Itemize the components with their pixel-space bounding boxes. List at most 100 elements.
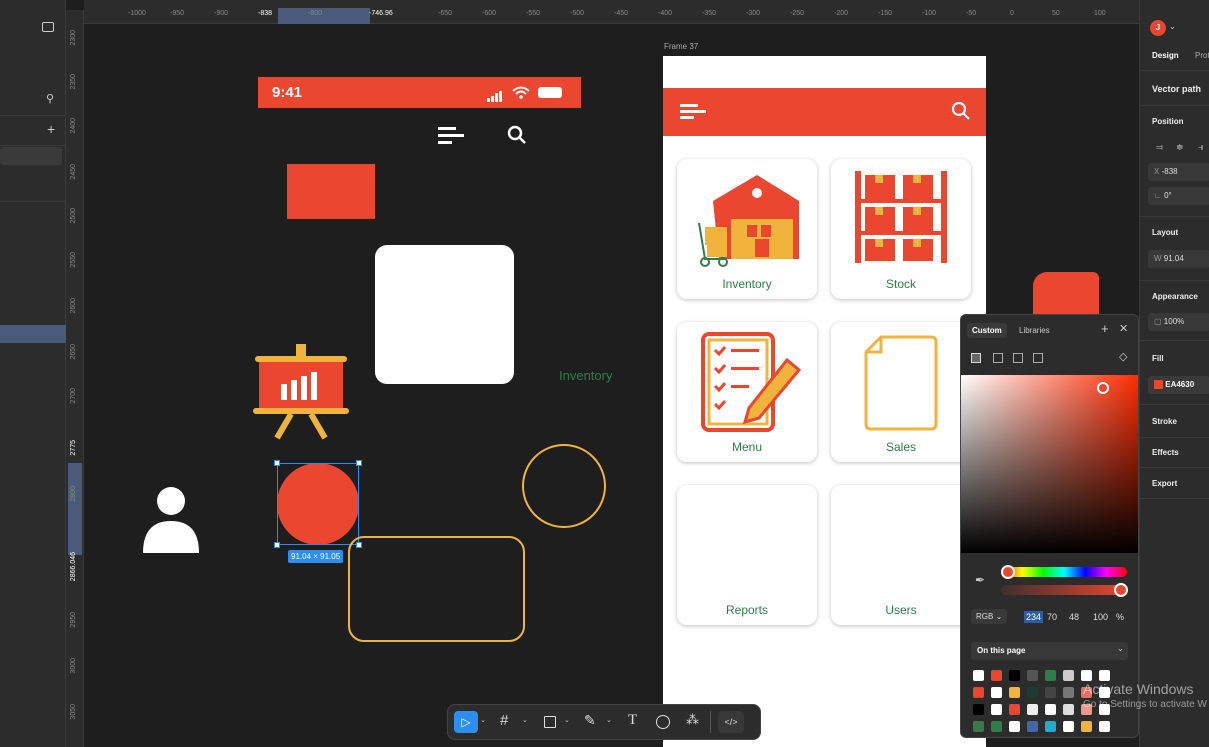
color-swatch[interactable]	[973, 670, 984, 681]
color-swatch[interactable]	[1099, 670, 1110, 681]
solid-fill-icon[interactable]	[971, 353, 981, 363]
actions-tool-icon[interactable]: ⁂	[686, 712, 699, 728]
color-swatch[interactable]	[1063, 670, 1074, 681]
users-card[interactable]: Users	[831, 485, 971, 625]
color-swatch[interactable]	[1027, 687, 1038, 698]
frame-tool-chevron-icon[interactable]: ⌄	[522, 716, 528, 724]
image-fill-icon[interactable]	[1013, 353, 1023, 363]
fill-swatch[interactable]	[1154, 380, 1163, 390]
white-rounded-rect[interactable]	[375, 245, 514, 384]
color-swatch[interactable]	[1045, 704, 1056, 715]
reports-card[interactable]: Reports	[677, 485, 817, 625]
tab-prototype[interactable]: Prot	[1195, 51, 1209, 60]
menu-card[interactable]: Menu	[677, 322, 817, 462]
color-swatch[interactable]	[991, 670, 1002, 681]
g-value[interactable]: 70	[1047, 612, 1057, 622]
stock-card[interactable]: Stock	[831, 159, 971, 299]
frame-tool-icon[interactable]: #	[500, 712, 508, 729]
rotation-field[interactable]: ∟ 0°	[1148, 187, 1209, 205]
align-left-icon[interactable]: ⫤	[1156, 142, 1163, 153]
color-swatch[interactable]	[1099, 721, 1110, 732]
layer-item-selected[interactable]	[0, 325, 66, 343]
add-page-icon[interactable]: +	[47, 121, 55, 137]
move-tool-button[interactable]: ▷	[454, 711, 478, 733]
selection-handle[interactable]	[274, 460, 280, 466]
gradient-fill-icon[interactable]	[993, 353, 1003, 363]
color-swatch[interactable]	[1027, 721, 1038, 732]
color-swatch[interactable]	[1045, 687, 1056, 698]
color-swatch[interactable]	[1081, 721, 1092, 732]
saturation-lightness-area[interactable]	[961, 375, 1138, 553]
alpha-handle[interactable]	[1114, 583, 1128, 597]
eyedropper-icon[interactable]: ✒	[975, 573, 985, 587]
color-swatch[interactable]	[991, 704, 1002, 715]
avatar[interactable]: J	[1150, 20, 1166, 36]
search-icon-header[interactable]	[951, 101, 971, 126]
color-mode-select[interactable]: RGB ⌄	[971, 609, 1008, 624]
close-icon[interactable]: ✕	[1119, 322, 1128, 335]
hue-handle[interactable]	[1001, 565, 1015, 579]
opacity-field[interactable]: ▢ 100%	[1148, 313, 1209, 331]
color-swatch[interactable]	[1063, 721, 1074, 732]
color-swatch[interactable]	[973, 704, 984, 715]
user-icon[interactable]	[141, 485, 201, 560]
frame-37[interactable]: Inventory Stock Menu Sales Reports Users	[663, 56, 986, 747]
tab-design[interactable]: Design	[1152, 51, 1179, 60]
color-swatch[interactable]	[1063, 704, 1074, 715]
pen-tool-chevron-icon[interactable]: ⌄	[606, 716, 612, 724]
fill-row[interactable]: EA4630	[1148, 376, 1209, 394]
sidebar-toggle-icon[interactable]	[42, 22, 54, 32]
rectangle-tool-icon[interactable]	[544, 716, 556, 728]
add-style-icon[interactable]: +	[1101, 321, 1109, 336]
selection-handle[interactable]	[274, 542, 280, 548]
color-swatch[interactable]	[973, 687, 984, 698]
comment-tool-icon[interactable]	[656, 715, 670, 729]
blend-mode-icon[interactable]: ◇	[1119, 350, 1127, 363]
hamburger-icon[interactable]	[438, 125, 464, 150]
page-item-selected[interactable]	[0, 147, 62, 165]
color-swatch[interactable]	[1081, 670, 1092, 681]
search-icon-canvas[interactable]	[507, 125, 527, 150]
red-rectangle[interactable]	[287, 164, 375, 219]
export-heading[interactable]: Export	[1152, 479, 1177, 488]
color-handle[interactable]	[1097, 382, 1109, 394]
alpha-value[interactable]: 100	[1093, 612, 1108, 622]
text-tool-icon[interactable]: T	[628, 712, 637, 729]
hue-slider[interactable]	[1001, 567, 1127, 577]
color-swatch[interactable]	[1009, 670, 1020, 681]
avatar-chevron-icon[interactable]: ⌄	[1169, 22, 1176, 31]
search-icon[interactable]: ⚲	[46, 92, 54, 105]
inventory-label-canvas[interactable]: Inventory	[559, 368, 612, 383]
menu-icon[interactable]	[680, 103, 706, 126]
color-swatch[interactable]	[991, 721, 1002, 732]
rectangle-tool-chevron-icon[interactable]: ⌄	[564, 716, 570, 724]
tab-custom[interactable]: Custom	[967, 323, 1007, 338]
dev-mode-icon[interactable]: </>	[718, 711, 744, 733]
selection-handle[interactable]	[356, 460, 362, 466]
frame-label[interactable]: Frame 37	[664, 42, 698, 51]
color-swatch[interactable]	[1009, 721, 1020, 732]
inventory-card[interactable]: Inventory	[677, 159, 817, 299]
tab-libraries[interactable]: Libraries	[1019, 326, 1050, 335]
effects-heading[interactable]: Effects	[1152, 448, 1179, 457]
color-swatch[interactable]	[1063, 687, 1074, 698]
pen-tool-icon[interactable]: ✎	[584, 712, 596, 729]
gold-rounded-rect-outline[interactable]	[348, 536, 525, 642]
alpha-slider[interactable]	[1001, 585, 1127, 595]
gold-circle-outline[interactable]	[522, 444, 606, 528]
color-swatch[interactable]	[973, 721, 984, 732]
width-field[interactable]: W 91.04	[1148, 250, 1209, 268]
color-swatch[interactable]	[991, 687, 1002, 698]
status-bar[interactable]: 9:41	[258, 77, 581, 108]
color-swatch[interactable]	[1027, 670, 1038, 681]
b-value[interactable]: 48	[1069, 612, 1079, 622]
color-swatch[interactable]	[1045, 721, 1056, 732]
color-swatch[interactable]	[1009, 704, 1020, 715]
swatch-source-select[interactable]: On this page ⌄	[971, 642, 1128, 660]
color-swatch[interactable]	[1009, 687, 1020, 698]
video-fill-icon[interactable]	[1033, 353, 1043, 363]
align-center-icon[interactable]: ≑	[1176, 142, 1184, 153]
sales-card[interactable]: Sales	[831, 322, 971, 462]
color-swatch[interactable]	[1045, 670, 1056, 681]
x-field[interactable]: X -838	[1148, 163, 1209, 181]
